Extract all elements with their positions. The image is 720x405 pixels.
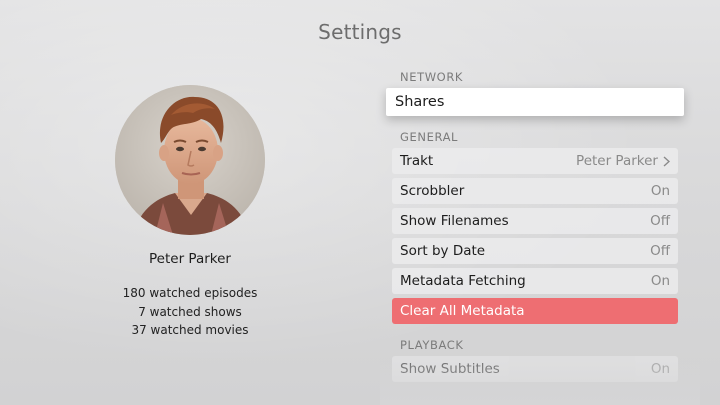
settings-list: NETWORK Shares GENERAL Trakt Peter Parke… <box>386 66 684 386</box>
show-subtitles-row[interactable]: Show Subtitles On <box>392 356 678 382</box>
chevron-right-icon <box>663 155 670 167</box>
stat-shows: 7 watched shows <box>138 304 242 319</box>
scrobbler-row[interactable]: Scrobbler On <box>392 178 678 204</box>
stat-episodes: 180 watched episodes <box>122 286 258 300</box>
show-subtitles-value: On <box>650 361 670 377</box>
sort-by-date-row[interactable]: Sort by Date Off <box>392 238 678 264</box>
metadata-fetching-value: On <box>650 273 670 289</box>
profile-stats: 180 watched episodes 7 watched shows 37 … <box>100 284 280 340</box>
metadata-fetching-label: Metadata Fetching <box>400 273 526 289</box>
trakt-value: Peter Parker <box>576 153 658 169</box>
trakt-value-group: Peter Parker <box>576 153 670 169</box>
section-header-network: NETWORK <box>400 70 464 84</box>
section-header-general: GENERAL <box>400 130 459 144</box>
show-filenames-label: Show Filenames <box>400 213 509 229</box>
clear-all-metadata-label: Clear All Metadata <box>400 303 525 319</box>
profile-name: Peter Parker <box>149 251 231 267</box>
section-header-playback: PLAYBACK <box>400 338 464 352</box>
trakt-label: Trakt <box>400 153 434 169</box>
shares-label: Shares <box>395 94 445 110</box>
scrobbler-label: Scrobbler <box>400 183 465 199</box>
stat-movies: 37 watched movies <box>131 323 249 337</box>
page-title: Settings <box>318 20 402 44</box>
scrobbler-value: On <box>650 183 670 199</box>
trakt-row[interactable]: Trakt Peter Parker <box>392 148 678 174</box>
profile-panel: Peter Parker 180 watched episodes 7 watc… <box>100 85 280 340</box>
clear-all-metadata-button[interactable]: Clear All Metadata <box>392 298 678 324</box>
metadata-fetching-row[interactable]: Metadata Fetching On <box>392 268 678 294</box>
sort-by-date-label: Sort by Date <box>400 243 486 259</box>
sort-by-date-value: Off <box>650 243 670 259</box>
show-filenames-value: Off <box>650 213 670 229</box>
show-subtitles-label: Show Subtitles <box>400 361 500 377</box>
avatar <box>115 85 265 235</box>
show-filenames-row[interactable]: Show Filenames Off <box>392 208 678 234</box>
shares-row[interactable]: Shares <box>386 88 684 116</box>
